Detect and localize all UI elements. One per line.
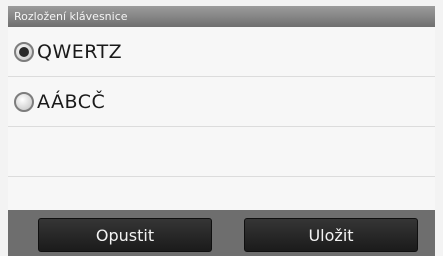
cancel-button[interactable]: Opustit [38,218,212,252]
keyboard-layout-screen: Rozložení klávesnice QWERTZ AÁBCČ Opusti… [0,0,443,256]
option-label: QWERTZ [37,40,123,63]
radio-selected-icon[interactable] [14,41,34,62]
option-label: AÁBCČ [37,90,106,113]
option-aabcc[interactable]: AÁBCČ [8,77,435,127]
save-button[interactable]: Uložit [244,218,418,252]
layout-options-list: QWERTZ AÁBCČ [8,27,435,210]
option-qwertz[interactable]: QWERTZ [8,27,435,77]
action-bar: Opustit Uložit [8,210,435,256]
empty-row [8,127,435,177]
page-title: Rozložení klávesnice [8,6,435,27]
radio-unselected-icon[interactable] [14,91,34,112]
